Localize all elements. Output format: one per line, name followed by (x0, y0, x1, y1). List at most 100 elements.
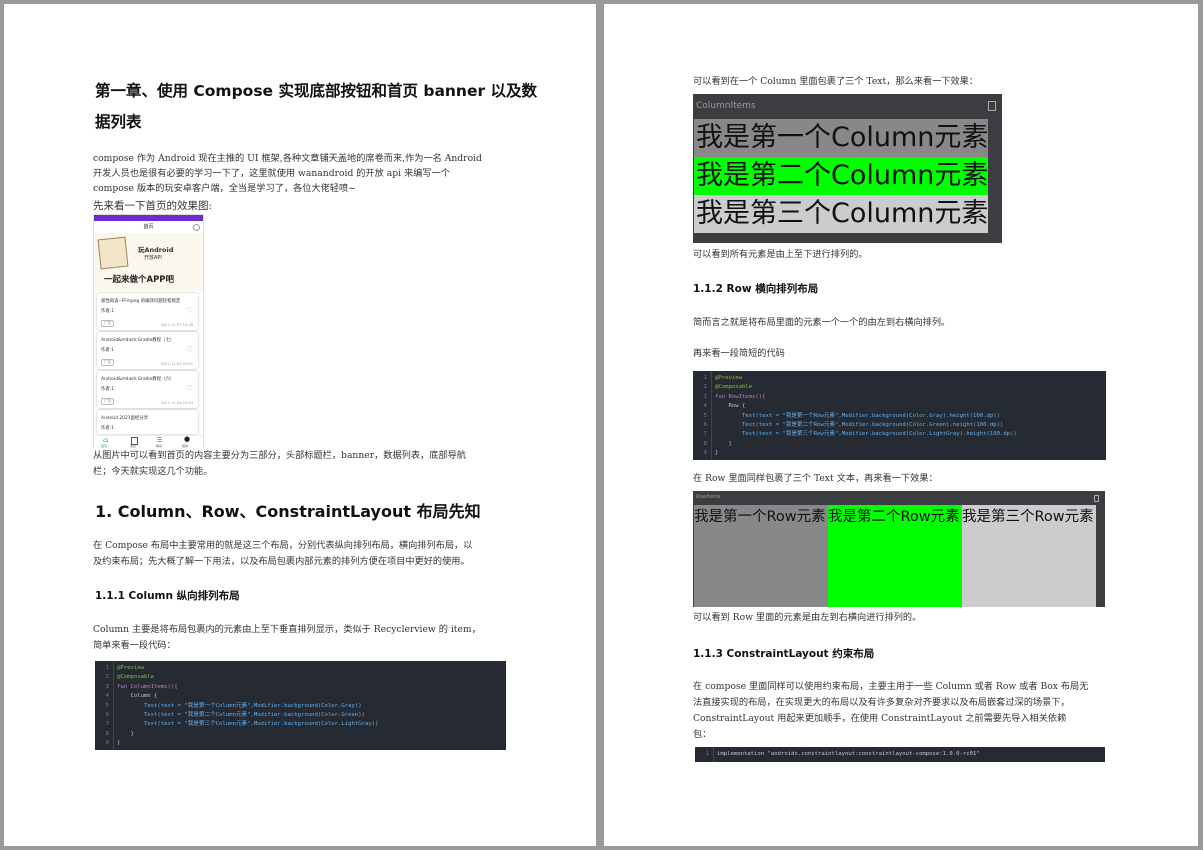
article-author: 作者:1 (101, 387, 115, 392)
code-line: 5 Text(text = "我是第一个Row元素",Modifier.back… (693, 412, 1106, 421)
document-page-left: 第一章、使用 Compose 实现底部按钮和首页 banner 以及数 据列表 … (4, 4, 596, 846)
column-item-2: 我是第二个Column元素 (694, 157, 989, 195)
app-title: 首页 (143, 224, 154, 230)
column-item-1: 我是第一个Column元素 (694, 119, 989, 157)
favorite-icon[interactable]: ♡ (186, 385, 193, 393)
line-number: 1 (703, 375, 707, 381)
line-number: 7 (703, 431, 707, 438)
favorite-icon[interactable]: ♡ (186, 346, 193, 354)
row-item-3: 我是第三个Row元素 (962, 505, 1096, 607)
after-phone-line1: 从图片中可以看到首页的内容主要分为三部分，头部标题栏，banner，数据列表，底… (93, 450, 466, 461)
row-result-screenshot: RowItems 我是第一个Row元素 我是第二个Row元素 我是第三个Row元… (693, 491, 1105, 607)
code-text: Text(text = "我是第三个Column元素",Modifier.bac… (117, 721, 379, 728)
line-number: 4 (105, 693, 109, 700)
row-item-3-text: 我是第三个Row元素 (962, 509, 1094, 525)
article-card[interactable]: 极性再谈--FFmpeg 的编译问题轻松搞定 作者:1 广告 2021-11-07 1… (97, 293, 198, 330)
favorite-icon[interactable]: ♡ (186, 307, 193, 315)
document-page-right: 可以看到在一个 Column 里面包裹了三个 Text，那么来看一下效果： Co… (604, 4, 1198, 846)
device-icon (988, 101, 996, 111)
line-number: 9 (703, 450, 707, 457)
banner-line1: 玩Android (138, 246, 174, 254)
code-text: @Composable (117, 674, 155, 681)
article-author: 作者:1 (101, 426, 115, 431)
code-text: } (715, 440, 732, 447)
code-text: @Composable (715, 384, 753, 391)
code-gutter (113, 661, 114, 750)
system-icon[interactable]: ☰ (157, 437, 162, 444)
code-line: 8 } (95, 730, 506, 739)
code-line: 4 Column { (95, 692, 506, 701)
code-text: Text(text = "我是第二个Row元素",Modifier.backgr… (715, 421, 1004, 428)
line-number: 8 (703, 440, 707, 447)
code-line: 8 } (693, 440, 1106, 449)
code-text: @Preview (715, 375, 742, 381)
intro-line2: 开发人员也是很有必要的学习一下了，这里就使用 wanandroid 的开放 ap… (93, 168, 450, 179)
line-number: 1 (705, 751, 709, 757)
row-item-1: 我是第一个Row元素 (694, 505, 828, 607)
article-tag: 广告 (101, 398, 115, 405)
banner-line2: 开放API (144, 255, 162, 261)
code-text: } (715, 450, 719, 457)
banner[interactable]: 玩Android 开放API 一起来做个APP吧 (94, 233, 203, 291)
row-shot-title: RowItems (696, 494, 721, 500)
profile-icon[interactable]: ● (184, 436, 190, 443)
code-block-dependency: 1 implementation "androidx.constraintlayo… (695, 747, 1105, 762)
code-line: 3 fun ColumnItems(){ (95, 683, 506, 692)
code-line: 1 implementation "androidx.constraintlayo… (695, 750, 1105, 759)
see-home-text: 先来看一下首页的效果图: (93, 200, 213, 212)
device-icon-small (1094, 495, 1099, 502)
section1-line1: 在 Compose 布局中主要常用的就是这三个布局，分别代表纵向排列布局，横向排… (93, 540, 473, 551)
bottom-nav: ⌂ ☰ ● 首页 项目 体系 我的 (94, 435, 203, 448)
column-line2: 简单来看一段代码： (93, 640, 176, 651)
sub-111-heading: 1.1.1 Column 纵向排列布局 (95, 590, 240, 602)
column-shot-title: ColumnItems (696, 101, 756, 111)
line-number: 3 (703, 393, 707, 400)
line-number: 6 (703, 421, 707, 428)
intro-line1: compose 作为 Android 现在主推的 UI 框架,各种文章铺天盖地的… (93, 153, 482, 164)
line-number: 4 (703, 403, 707, 410)
chapter-title-line1: 第一章、使用 Compose 实现底部按钮和首页 banner 以及数 (95, 82, 538, 100)
code-text: implementation "androidx.constraintlayou… (717, 751, 980, 757)
code-line: 7 Text(text = "我是第三个Row元素",Modifier.back… (693, 430, 1106, 439)
article-card[interactable]: Android 2021面经分享 作者:1 (97, 410, 198, 434)
home-icon[interactable]: ⌂ (103, 437, 108, 444)
line-number: 1 (105, 665, 109, 671)
line-number: 5 (105, 702, 109, 709)
code-text: Text(text = "我是第二个Column元素",Modifier.bac… (117, 711, 365, 718)
code-line: 1 @Preview (95, 664, 506, 673)
code-text: fun ColumnItems(){ (117, 683, 178, 690)
code-text: Text(text = "我是第一个Column元素",Modifier.bac… (117, 702, 362, 709)
cl-line3: ConstraintLayout 用起来更加顺手，在使用 ConstraintL… (693, 713, 1067, 724)
code-gutter (711, 371, 712, 460)
cl-line4: 包： (693, 729, 712, 740)
column-line1: Column 主要是将布局包裹内的元素由上至下垂直排列显示，类似于 Recycl… (93, 624, 481, 635)
code-line: 1 @Preview (693, 374, 1106, 383)
article-card[interactable]: Android&mdash;Gradle教程（七） 作者:1 广告 2021-11-0… (97, 332, 198, 369)
article-card[interactable]: Android&mdash;Gradle教程（六） 作者:1 广告 2021-11-0… (97, 371, 198, 408)
code-text: Text(text = "我是第三个Row元素",Modifier.backgr… (715, 431, 1017, 438)
row-item-2-text: 我是第二个Row元素 (828, 509, 960, 525)
code-text: } (117, 740, 121, 747)
sub-112-heading: 1.1.2 Row 横向排列布局 (693, 283, 819, 295)
line-number: 2 (105, 674, 109, 681)
article-title: 极性再谈--FFmpeg 的编译问题轻松搞定 (101, 299, 181, 304)
row-desc: 在 Row 里面同样包裹了三个 Text 文本，再来看一下效果： (693, 473, 938, 484)
settings-icon[interactable] (193, 224, 200, 231)
code-line: 7 Text(text = "我是第三个Column元素",Modifier.b… (95, 720, 506, 729)
code-line: 3 fun RowItems(){ (693, 393, 1106, 402)
code-block-column: 1 @Preview 2 @Composable 3 fun ColumnItems(){… (95, 661, 506, 750)
section1-line2: 及约束布局；先大概了解一下用法，以及布局包裹内部元素的排列方便在项目中更好的使用… (93, 556, 470, 567)
section1-title: 1. Column、Row、ConstraintLayout 布局先知 (95, 502, 481, 521)
code-line: 2 @Composable (693, 383, 1106, 392)
article-author: 作者:1 (101, 309, 115, 314)
line-number: 5 (703, 412, 707, 419)
code-text: @Preview (117, 665, 144, 671)
after-phone-line2: 栏；今天就实现这几个功能。 (93, 466, 213, 477)
cl-line2: 法直接实现的布局，在实现更大的布局以及有许多复杂对齐要求以及布局嵌套过深的场景下… (693, 697, 1070, 708)
line-number: 7 (105, 721, 109, 728)
chapter-title-line2: 据列表 (95, 113, 142, 131)
code-line: 9} (95, 739, 506, 748)
book-illustration (97, 236, 129, 270)
article-title: Android 2021面经分享 (101, 416, 149, 421)
banner-slogan: 一起来做个APP吧 (104, 275, 175, 285)
